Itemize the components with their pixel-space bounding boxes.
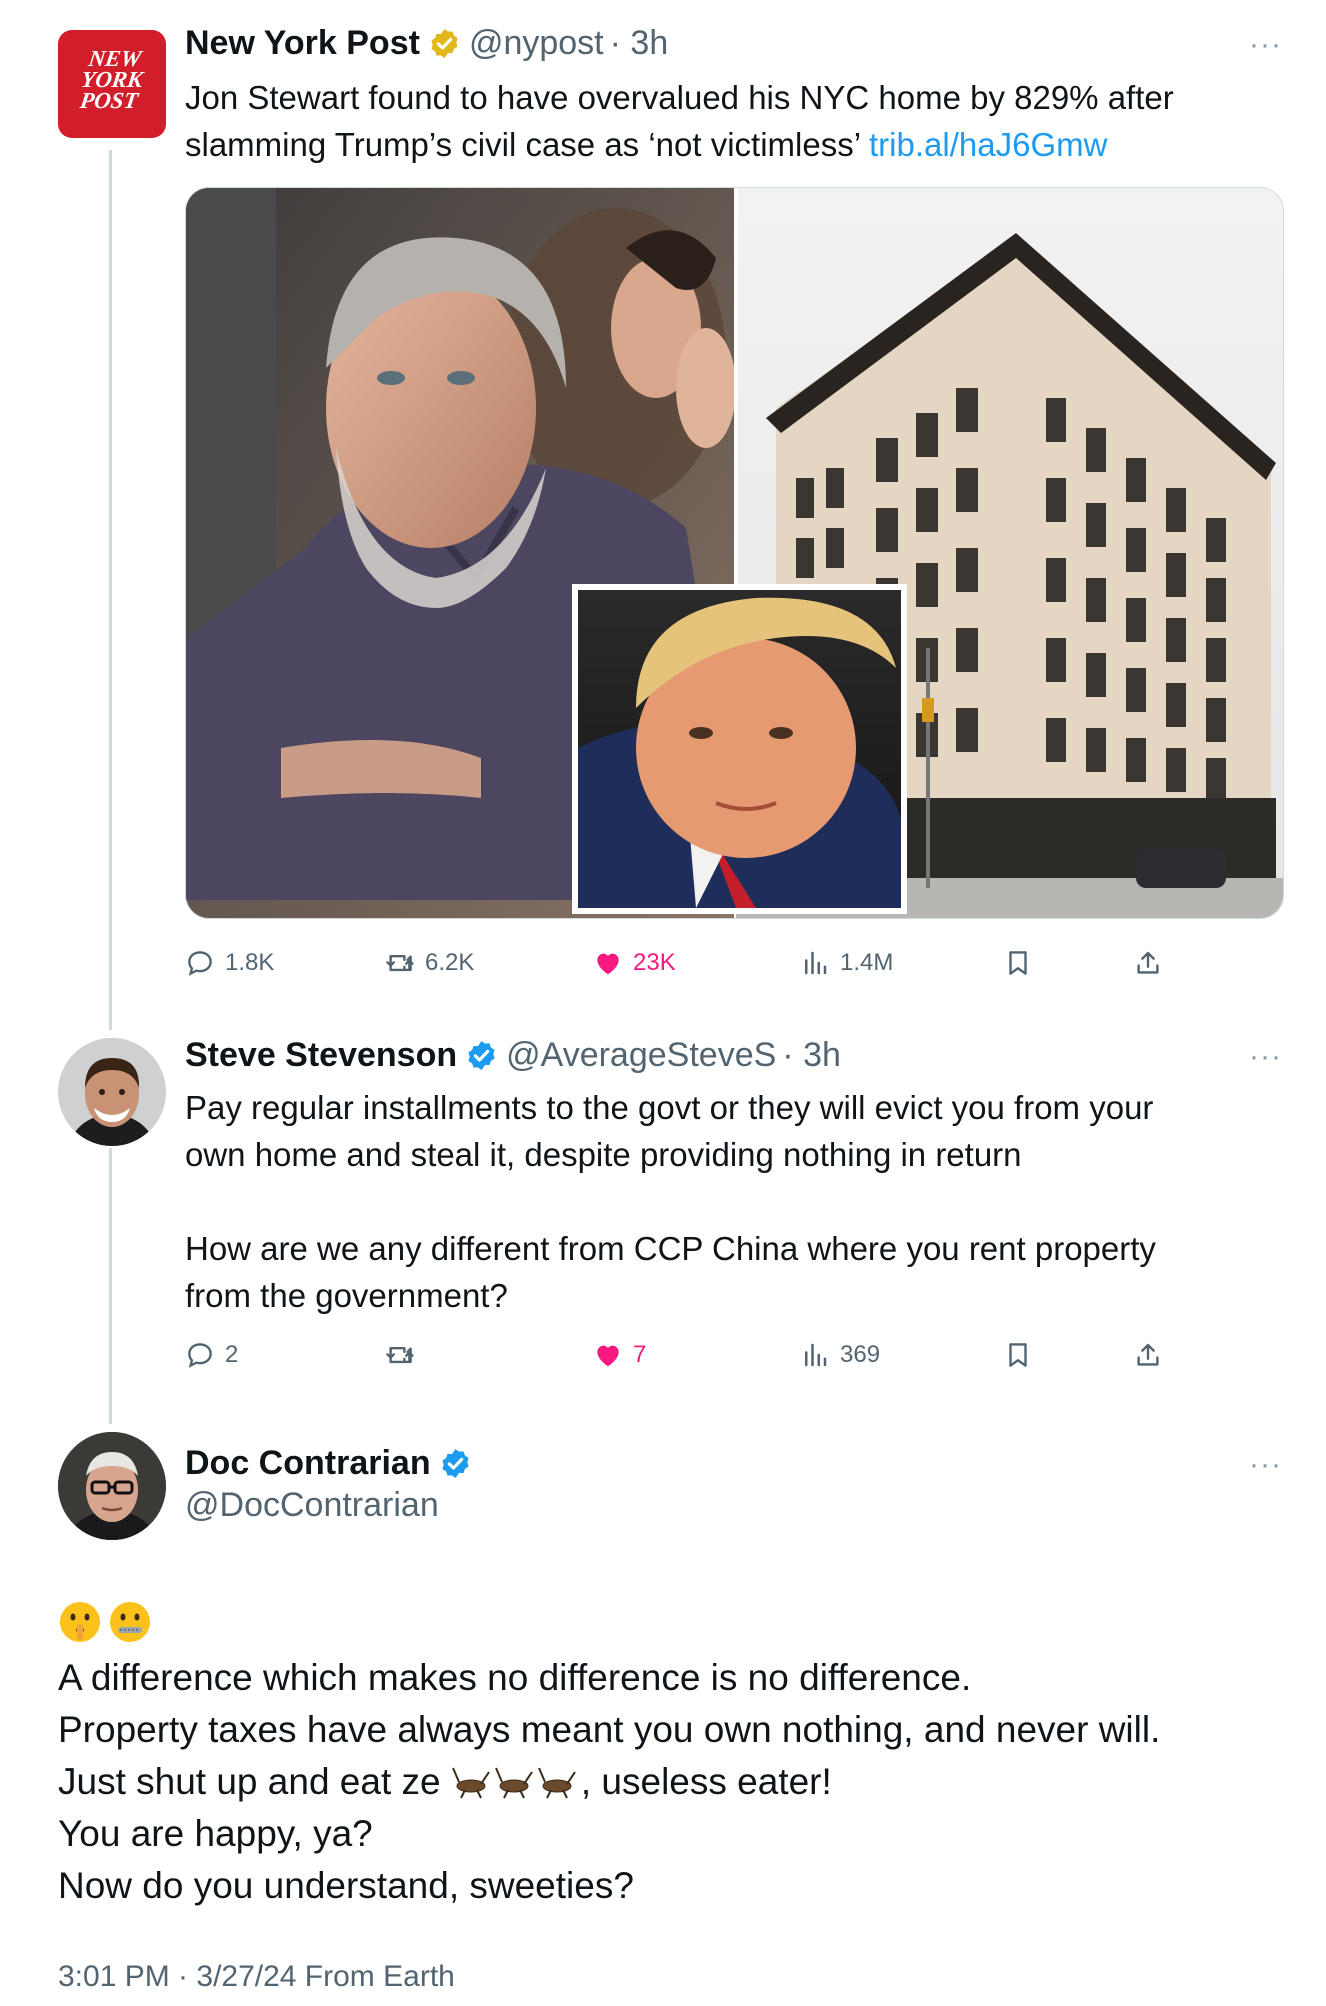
tweet-actions: 2 7 369 xyxy=(185,1340,1185,1380)
avatar-nypost[interactable]: NEW YORK POST xyxy=(58,30,166,138)
cricket-icon xyxy=(451,1767,576,1799)
bookmark-button[interactable] xyxy=(1003,1340,1043,1370)
more-options-icon[interactable]: ··· xyxy=(1249,1040,1282,1074)
tweet-header: Steve Stevenson @AverageSteveS · 3h xyxy=(185,1036,841,1075)
like-count: 7 xyxy=(633,1341,647,1368)
more-options-icon[interactable]: ··· xyxy=(1249,28,1282,62)
tweet-text: Pay regular installments to the govt or … xyxy=(185,1084,1156,1319)
tweet-header: New York Post @nypost · 3h xyxy=(185,24,668,63)
reply-count: 2 xyxy=(225,1341,239,1368)
heart-filled-icon xyxy=(597,953,619,975)
avatar-doc-image xyxy=(58,1432,166,1540)
reply-button[interactable]: 1.8K xyxy=(185,948,274,978)
thread-line xyxy=(109,1148,112,1424)
repost-icon xyxy=(386,954,414,972)
share-icon xyxy=(1137,951,1159,974)
tweet-text-line: You are happy, ya? xyxy=(58,1813,373,1854)
tweet-text-line: from the government? xyxy=(185,1277,508,1314)
reply-count: 1.8K xyxy=(225,949,275,976)
bookmark-icon xyxy=(1009,951,1027,975)
verified-badge-icon xyxy=(442,1449,469,1478)
tweet-text-span: Just shut up and eat ze xyxy=(58,1761,451,1802)
display-name[interactable]: Doc Contrarian xyxy=(185,1444,431,1483)
display-name[interactable]: New York Post xyxy=(185,24,420,63)
reply-button[interactable]: 2 xyxy=(185,1340,238,1370)
views-button[interactable]: 369 xyxy=(800,1340,880,1370)
tweet-text-line: Pay regular installments to the govt or … xyxy=(185,1089,1154,1126)
tweet-header: Doc Contrarian xyxy=(185,1444,480,1483)
handle[interactable]: @DocContrarian xyxy=(185,1486,439,1525)
like-button[interactable]: 7 xyxy=(593,1340,646,1370)
tweet-text-line: Now do you understand, sweeties? xyxy=(58,1865,634,1906)
tweet-text-line: Just shut up and eat ze , useless eater! xyxy=(58,1756,1160,1808)
timestamp[interactable]: · 3h xyxy=(782,1036,841,1075)
thread-line xyxy=(109,150,112,1030)
reply-icon xyxy=(188,951,212,976)
verified-gold-badge-icon xyxy=(431,29,458,58)
tweet-actions: 1.8K 6.2K 23K 1.4M xyxy=(185,948,1185,988)
handle[interactable]: @AverageSteveS xyxy=(506,1036,776,1075)
repost-button[interactable] xyxy=(385,1340,425,1370)
like-button[interactable]: 23K xyxy=(593,948,676,978)
shushing-face-icon xyxy=(60,1602,100,1642)
timestamp[interactable]: · 3h xyxy=(610,24,669,63)
share-icon xyxy=(1137,1343,1159,1366)
avatar-steve[interactable] xyxy=(58,1038,166,1146)
media-image xyxy=(186,188,1283,918)
like-count: 23K xyxy=(633,949,676,976)
handle[interactable]: @nypost xyxy=(469,24,604,63)
tweet-text-span: , useless eater! xyxy=(580,1761,832,1802)
views-icon xyxy=(805,951,827,975)
tweet-text-line: Property taxes have always meant you own… xyxy=(58,1709,1161,1750)
tweet-media[interactable] xyxy=(185,187,1284,919)
nypost-logo-line: POST xyxy=(78,88,140,113)
bookmark-button[interactable] xyxy=(1003,948,1043,978)
tweet-text-line: How are we any different from CCP China … xyxy=(185,1230,1156,1267)
share-button[interactable] xyxy=(1133,948,1173,978)
nypost-logo-line: YORK xyxy=(79,67,145,92)
heart-filled-icon xyxy=(597,1345,619,1367)
repost-count: 6.2K xyxy=(425,949,475,976)
views-count: 369 xyxy=(840,1341,881,1368)
tweet-text: 🤫🤐 A difference which makes no differenc… xyxy=(58,1592,1160,1912)
tweet-text-line: own home and steal it, despite providing… xyxy=(185,1136,1022,1173)
views-button[interactable]: 1.4M xyxy=(800,948,893,978)
tweet-handle-row: @DocContrarian xyxy=(185,1486,439,1525)
more-options-icon[interactable]: ··· xyxy=(1249,1448,1282,1482)
verified-badge-icon xyxy=(468,1041,495,1070)
bookmark-icon xyxy=(1009,1343,1027,1367)
repost-icon xyxy=(386,1346,414,1364)
emoji-line: 🤫🤐 xyxy=(58,1592,1160,1652)
tweet-text-line: A difference which makes no difference i… xyxy=(58,1657,972,1698)
avatar-doc[interactable] xyxy=(58,1432,166,1540)
tweet-text-line: Jon Stewart found to have overvalued his… xyxy=(185,79,1174,116)
reply-icon xyxy=(188,1343,212,1368)
tweet-link[interactable]: trib.al/haJ6Gmw xyxy=(869,126,1107,163)
tweet-text-line: slamming Trump’s civil case as ‘not vict… xyxy=(185,121,1174,168)
views-count: 1.4M xyxy=(840,949,894,976)
nypost-logo-line: NEW xyxy=(86,46,143,71)
display-name[interactable]: Steve Stevenson xyxy=(185,1036,457,1075)
avatar-steve-image xyxy=(58,1038,166,1146)
zipper-mouth-face-icon xyxy=(110,1602,150,1642)
tweet-text-span: slamming Trump’s civil case as ‘not vict… xyxy=(185,126,870,163)
views-icon xyxy=(805,1343,827,1367)
repost-button[interactable]: 6.2K xyxy=(385,948,474,978)
share-button[interactable] xyxy=(1133,1340,1173,1370)
tweet-timestamp-footer[interactable]: 3:01 PM · 3/27/24 From Earth xyxy=(58,1960,455,1994)
tweet-text: Jon Stewart found to have overvalued his… xyxy=(185,74,1174,168)
